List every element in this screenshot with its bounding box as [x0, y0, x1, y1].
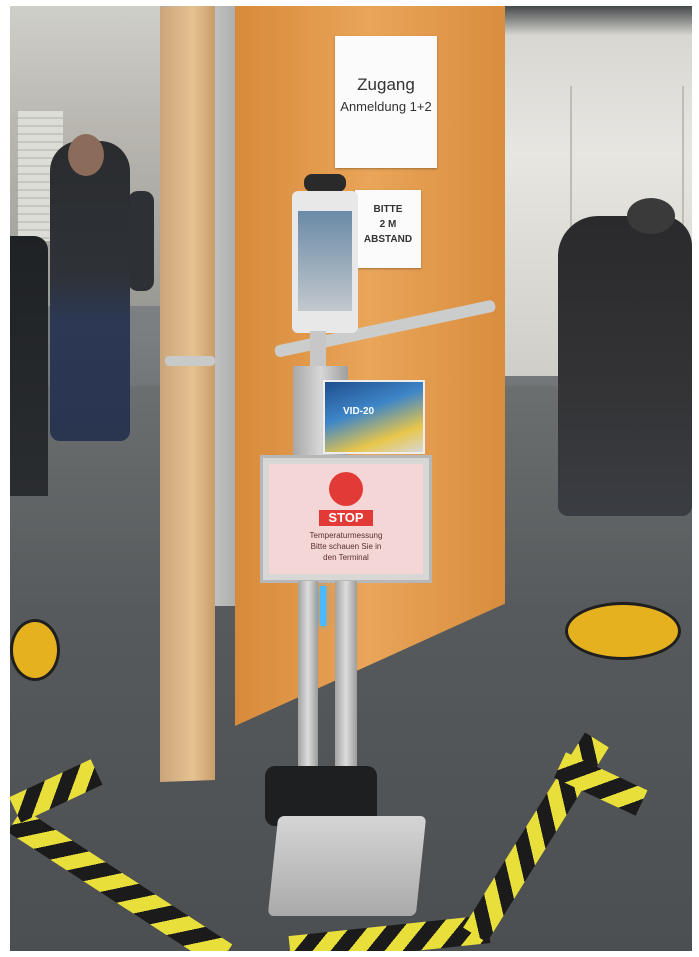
footprint-marker-left-icon — [10, 619, 60, 681]
stop-sign-frame: STOP Temperaturmessung Bitte schauen Sie… — [260, 455, 432, 583]
sign-zugang: Zugang Anmeldung 1+2 — [335, 36, 437, 168]
temperature-terminal-screen — [292, 191, 358, 333]
sign-bitte-line1: BITTE — [373, 204, 403, 215]
device-camera — [304, 174, 346, 192]
stop-text: Temperaturmessung Bitte schauen Sie in d… — [275, 530, 417, 563]
footprint-marker-icon — [565, 602, 681, 660]
stand-base — [267, 816, 427, 916]
sign-bitte-line2: 2 M — [379, 219, 397, 230]
no-touch-icon — [329, 472, 363, 506]
stop-sign: STOP Temperaturmessung Bitte schauen Sie… — [269, 464, 423, 574]
stop-label: STOP — [319, 510, 373, 526]
info-card-text: VID-20 — [343, 406, 375, 417]
stop-text-line3: den Terminal — [323, 553, 369, 562]
door-handle-left — [165, 356, 215, 366]
door-leaf-left — [160, 6, 215, 782]
terminal-display — [298, 211, 352, 311]
sign-bitte-line3: ABSTAND — [363, 234, 413, 245]
photo: Zugang Anmeldung 1+2 BITTE 2 M ABSTAND V… — [10, 6, 692, 951]
stand-pole-top — [310, 331, 326, 371]
sign-bitte-abstand: BITTE 2 M ABSTAND — [355, 190, 421, 268]
sign-zugang-line1: Zugang — [357, 75, 415, 94]
info-card: VID-20 — [323, 380, 425, 454]
sign-zugang-line2: Anmeldung 1+2 — [340, 99, 432, 114]
stop-text-line1: Temperaturmessung — [309, 531, 383, 540]
person-edge — [10, 236, 48, 496]
blue-led-strip — [320, 586, 326, 626]
person-right — [558, 216, 692, 516]
person-left-head — [68, 134, 104, 176]
person-far — [128, 191, 154, 291]
person-right-head — [627, 198, 675, 234]
stand-pole-lower-left — [298, 581, 318, 776]
person-left — [50, 141, 130, 441]
stop-text-line2: Bitte schauen Sie in — [310, 542, 382, 551]
